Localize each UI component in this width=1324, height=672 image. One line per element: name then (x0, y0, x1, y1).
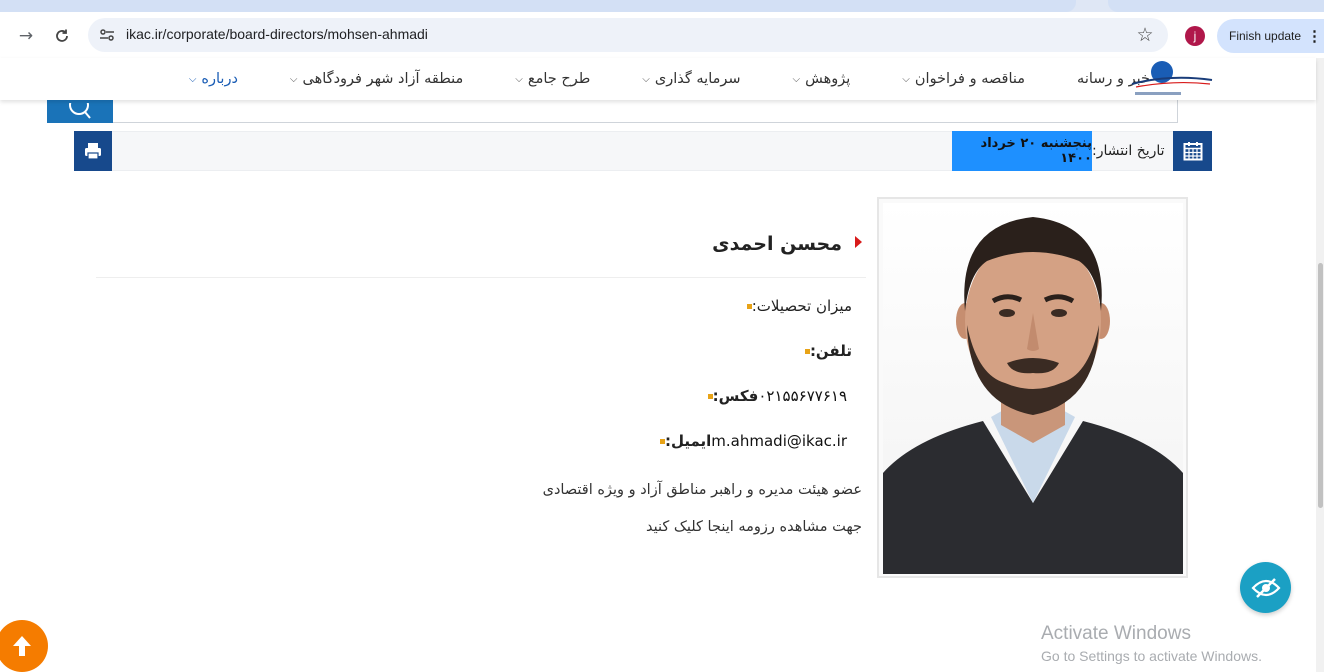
chevron-down-icon: ⌵ (515, 73, 523, 85)
browser-tab[interactable] (0, 0, 1076, 12)
email-row: ایمیل: m.ahmadi@ikac.ir (651, 429, 852, 453)
person-name: محسن احمدی (712, 233, 842, 255)
forward-icon[interactable]: → (12, 22, 40, 50)
browser-tab[interactable] (1108, 0, 1324, 12)
email-value[interactable]: m.ahmadi@ikac.ir (711, 432, 847, 450)
phone-label: تلفن: (809, 342, 852, 360)
site-info-icon[interactable] (96, 24, 118, 46)
accessibility-button[interactable] (1240, 562, 1291, 613)
chevron-down-icon: ⌵ (902, 73, 910, 85)
calendar-icon (1173, 131, 1212, 171)
nav-item-master-plan[interactable]: طرح جامع ⌵ (489, 71, 616, 87)
education-row: میزان تحصیلات: (738, 294, 852, 318)
finish-update-label: Finish update (1229, 29, 1302, 43)
profile-name-heading: محسن احمدی (96, 222, 866, 278)
print-button[interactable] (74, 131, 112, 171)
print-icon (85, 143, 101, 160)
search-input[interactable] (47, 100, 1178, 123)
nav-item-free-zone[interactable]: منطقه آزاد شهر فرودگاهی ⌵ (264, 71, 489, 87)
nav-item-research[interactable]: پژوهش ⌵ (767, 71, 877, 87)
nav-item-tenders[interactable]: مناقصه و فراخوان ⌵ (876, 71, 1051, 87)
nav-item-investment[interactable]: سرمایه گذاری ⌵ (616, 71, 766, 87)
more-menu-icon[interactable]: ⋮ (1307, 27, 1322, 45)
education-label: میزان تحصیلات: (751, 297, 852, 315)
reload-icon[interactable] (48, 22, 76, 50)
publish-date-label: تاریخ انتشار: (1092, 143, 1165, 159)
browser-tabstrip (0, 0, 1324, 12)
eye-slash-icon (1250, 577, 1281, 598)
activate-windows-title: Activate Windows (1041, 623, 1191, 644)
scroll-to-top-button[interactable] (0, 620, 48, 672)
chevron-down-icon: ⌵ (642, 73, 650, 85)
search-button[interactable] (47, 100, 113, 123)
publish-date-value: پنجشنبه ۲۰ خرداد ۱۴۰۰ (952, 131, 1092, 171)
fax-label: فکس: (712, 387, 759, 405)
fax-value: ۰۲۱۵۵۶۷۷۶۱۹ (758, 387, 847, 405)
chevron-down-icon: ⌵ (792, 73, 801, 85)
red-marker-icon (855, 236, 862, 248)
bullet-icon (746, 303, 752, 309)
resume-link[interactable]: جهت مشاهده رزومه اینجا کلیک کنید (646, 519, 862, 535)
bullet-icon (707, 393, 713, 399)
phone-row: تلفن: (796, 339, 852, 363)
profile-photo (883, 203, 1183, 574)
bullet-icon (804, 348, 810, 354)
chevron-down-icon: ⌵ (289, 73, 298, 85)
finish-update-button[interactable]: Finish update ⋮ (1217, 19, 1324, 53)
site-logo[interactable] (1130, 60, 1214, 100)
bullet-icon (659, 438, 665, 444)
main-menu: درباره ⌵ منطقه آزاد شهر فرودگاهی ⌵ طرح جام… (163, 58, 1176, 100)
chevron-down-icon: ⌵ (188, 73, 197, 85)
scrollbar-thumb[interactable] (1318, 263, 1323, 508)
url-text[interactable]: ikac.ir/corporate/board-directors/mohsen… (126, 26, 428, 42)
search-icon (69, 102, 91, 119)
arrow-up-icon (13, 636, 31, 656)
address-bar[interactable]: ikac.ir/corporate/board-directors/mohsen… (88, 18, 1168, 52)
browser-toolbar: → ikac.ir/corporate/board-directors/mohs… (0, 12, 1324, 58)
fax-row: فکس: ۰۲۱۵۵۶۷۷۶۱۹ (699, 384, 852, 408)
profile-avatar[interactable]: j (1185, 26, 1205, 46)
profile-photo-frame (877, 197, 1188, 578)
bookmark-star-icon[interactable]: ☆ (1132, 22, 1158, 48)
email-label: ایمیل: (664, 432, 712, 450)
activate-windows-subtitle: Go to Settings to activate Windows. (1041, 648, 1262, 664)
site-header: درباره ⌵ منطقه آزاد شهر فرودگاهی ⌵ طرح جام… (0, 58, 1316, 100)
role-description: عضو هیئت مدیره و راهبر مناطق آزاد و ویژه… (542, 482, 862, 498)
nav-item-about[interactable]: درباره ⌵ (163, 71, 264, 87)
